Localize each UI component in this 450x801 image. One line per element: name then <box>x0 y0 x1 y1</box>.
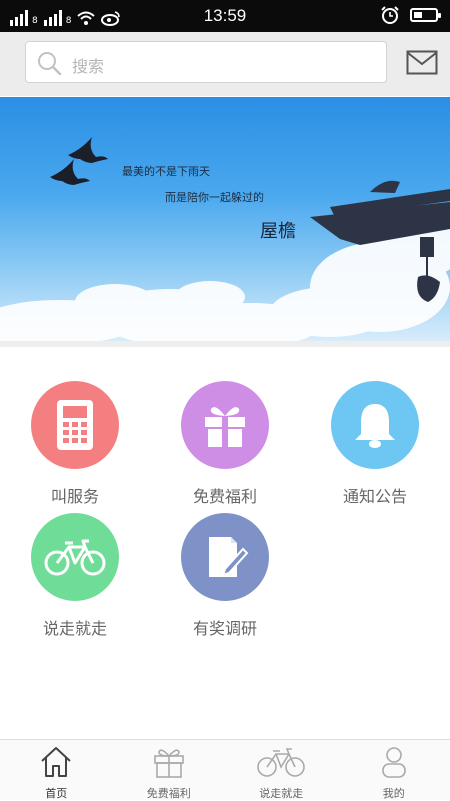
home-icon <box>39 745 73 779</box>
tab-label: 免费福利 <box>113 785 226 801</box>
search-placeholder: 搜索 <box>72 53 104 77</box>
grid-label: 免费福利 <box>160 483 290 507</box>
tab-label: 说走就走 <box>225 785 338 801</box>
bicycle-icon <box>256 745 306 779</box>
banner-title: 屋檐 <box>260 217 296 243</box>
status-bar: 8 8 13:59 <box>0 0 450 32</box>
phone-icon <box>31 381 119 469</box>
search-bar: 搜索 <box>0 32 450 96</box>
banner-line-2: 而是陪你一起躲过的 <box>165 189 264 205</box>
tab-mine[interactable]: 我的 <box>338 740 450 800</box>
grid-label: 通知公告 <box>310 483 440 507</box>
tab-label: 我的 <box>338 785 450 801</box>
tab-home[interactable]: 首页 <box>0 740 113 800</box>
grid-item-survey[interactable]: 有奖调研 <box>160 513 290 639</box>
battery-icon <box>410 8 438 22</box>
grid-label: 说走就走 <box>10 615 140 639</box>
bell-icon <box>331 381 419 469</box>
grid-label: 叫服务 <box>10 483 140 507</box>
banner-illustration <box>0 97 450 341</box>
bicycle-icon <box>31 513 119 601</box>
grid-item-call-service[interactable]: 叫服务 <box>10 381 140 507</box>
grid-item-go-travel[interactable]: 说走就走 <box>10 513 140 639</box>
bottom-tab-bar: 首页 免费福利 说走就走 我的 <box>0 739 450 800</box>
grid-label: 有奖调研 <box>160 615 290 639</box>
tab-label: 首页 <box>0 785 113 801</box>
banner-line-1: 最美的不是下雨天 <box>122 163 210 179</box>
grid-item-notices[interactable]: 通知公告 <box>310 381 440 507</box>
search-input[interactable]: 搜索 <box>25 41 387 83</box>
search-icon <box>36 50 62 76</box>
user-icon <box>377 745 411 779</box>
alarm-icon <box>380 6 400 24</box>
gift-icon <box>181 381 269 469</box>
mail-icon[interactable] <box>406 50 438 76</box>
section-divider <box>0 341 450 347</box>
tab-free-benefits[interactable]: 免费福利 <box>113 740 226 800</box>
tab-go-travel[interactable]: 说走就走 <box>225 740 338 800</box>
grid-item-free-benefits[interactable]: 免费福利 <box>160 381 290 507</box>
gift-icon <box>152 745 186 779</box>
survey-icon <box>181 513 269 601</box>
promo-banner[interactable]: 最美的不是下雨天 而是陪你一起躲过的 屋檐 <box>0 97 450 341</box>
